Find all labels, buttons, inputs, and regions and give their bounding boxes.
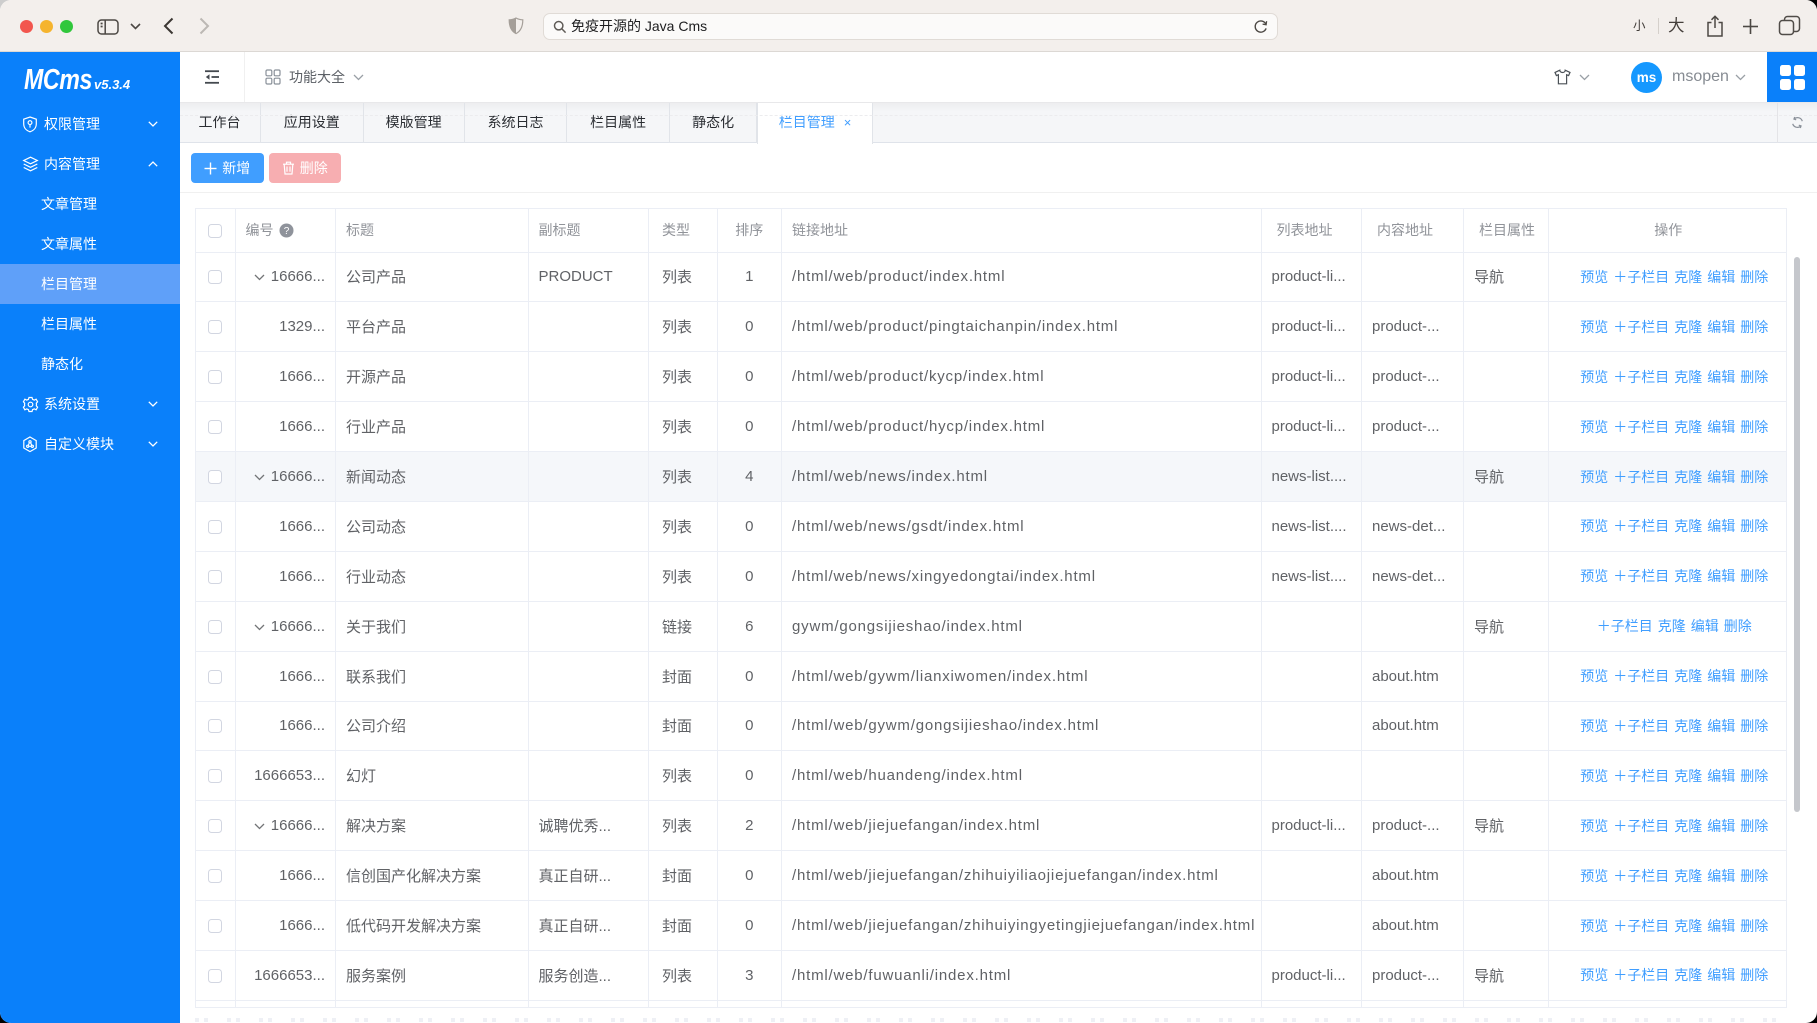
svg-text:?: ? (283, 226, 289, 237)
